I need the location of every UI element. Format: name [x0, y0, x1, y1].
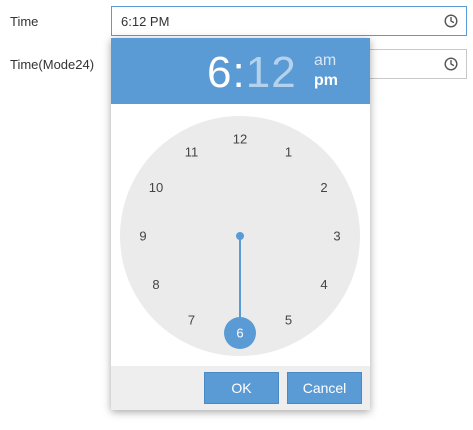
clock-icon[interactable] — [444, 14, 458, 28]
time-label: Time — [10, 14, 39, 29]
picker-time-display: 6:12 — [207, 48, 297, 98]
clock-number-2[interactable]: 2 — [320, 180, 327, 195]
clock-dial[interactable]: 121234567891011 — [120, 116, 360, 356]
clock-number-8[interactable]: 8 — [152, 277, 159, 292]
clock-number-6[interactable]: 6 — [236, 326, 243, 341]
clock-number-10[interactable]: 10 — [149, 180, 163, 195]
picker-minute[interactable]: 12 — [246, 48, 297, 97]
time-field[interactable]: 6:12 PM — [111, 6, 467, 36]
picker-header: 6:12 am pm — [111, 38, 370, 104]
time-field-value: 6:12 PM — [121, 14, 170, 29]
clock-number-11[interactable]: 11 — [185, 144, 199, 159]
clock-number-4[interactable]: 4 — [320, 277, 327, 292]
pm-toggle[interactable]: pm — [314, 72, 338, 90]
clock-center-dot — [236, 232, 244, 240]
clock-number-5[interactable]: 5 — [285, 313, 292, 328]
clock-number-9[interactable]: 9 — [139, 229, 146, 244]
clock-number-3[interactable]: 3 — [333, 229, 340, 244]
picker-colon: : — [232, 48, 246, 97]
clock-number-12[interactable]: 12 — [233, 132, 247, 147]
clock-number-1[interactable]: 1 — [285, 144, 292, 159]
clock-icon[interactable] — [444, 57, 458, 71]
clock-number-7[interactable]: 7 — [188, 313, 195, 328]
ok-button[interactable]: OK — [204, 372, 279, 404]
cancel-button[interactable]: Cancel — [287, 372, 362, 404]
picker-hour[interactable]: 6 — [207, 48, 232, 97]
am-toggle[interactable]: am — [314, 52, 336, 70]
picker-footer: OK Cancel — [111, 366, 370, 410]
time-picker-popup: 6:12 am pm 12 1 2 3 4 5 6 7 8 9 10 11 OK Cancel — [111, 38, 370, 410]
time24-label: Time(Mode24) — [10, 57, 95, 72]
